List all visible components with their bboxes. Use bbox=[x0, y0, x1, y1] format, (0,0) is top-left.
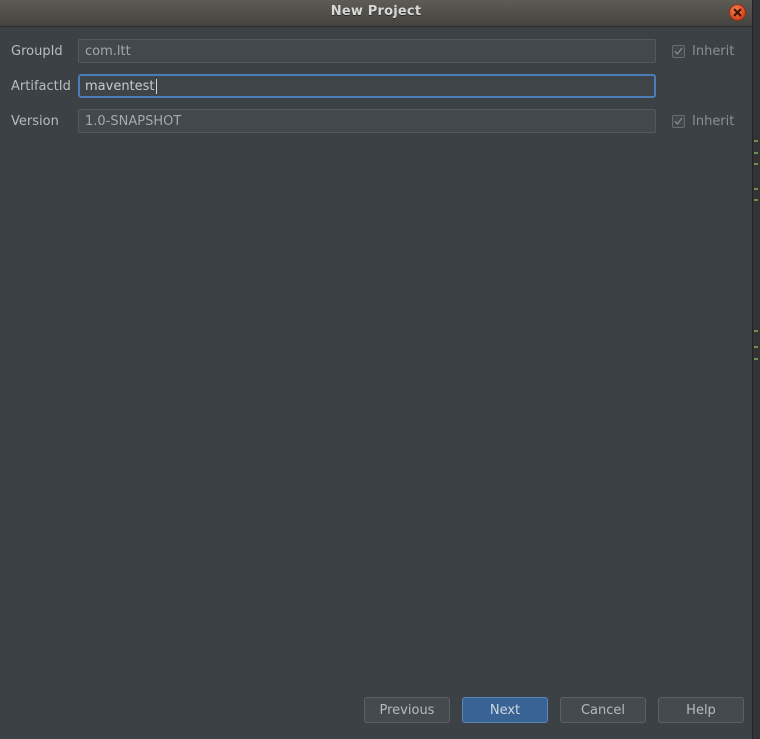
editor-marker bbox=[754, 188, 758, 190]
editor-marker bbox=[754, 199, 758, 201]
field-value: maventest bbox=[85, 78, 155, 94]
field-input-artifactid[interactable]: maventest bbox=[78, 74, 656, 98]
editor-marker bbox=[754, 152, 758, 154]
close-icon[interactable] bbox=[729, 4, 746, 21]
field-label: GroupId bbox=[11, 43, 63, 59]
editor-marker bbox=[754, 140, 758, 142]
new-project-dialog: New Project GroupId com.ltt Inherit Artifac… bbox=[0, 0, 752, 739]
dialog-titlebar: New Project bbox=[0, 0, 752, 27]
inherit-checkbox-group: Inherit bbox=[672, 114, 734, 129]
field-input-groupid[interactable]: com.ltt bbox=[78, 39, 656, 63]
application-window: New Project GroupId com.ltt Inherit Artifac… bbox=[0, 0, 760, 739]
field-label: ArtifactId bbox=[11, 78, 71, 94]
checkmark-icon bbox=[672, 44, 685, 58]
previous-button[interactable]: Previous bbox=[364, 697, 450, 723]
editor-marker bbox=[754, 358, 758, 360]
field-label: Version bbox=[11, 113, 59, 129]
field-row: GroupId com.ltt Inherit bbox=[0, 38, 752, 64]
dialog-title: New Project bbox=[330, 4, 422, 19]
field-row: Version 1.0-SNAPSHOT Inherit bbox=[0, 108, 752, 134]
editor-marker bbox=[754, 163, 758, 165]
field-value: 1.0-SNAPSHOT bbox=[85, 113, 182, 129]
next-button[interactable]: Next bbox=[462, 697, 548, 723]
field-value: com.ltt bbox=[85, 43, 131, 59]
background-editor-strip bbox=[752, 0, 760, 739]
field-row: ArtifactId maventest bbox=[0, 73, 752, 99]
inherit-label: Inherit bbox=[692, 113, 735, 129]
checkmark-icon bbox=[672, 114, 685, 128]
inherit-checkbox-group: Inherit bbox=[672, 44, 734, 59]
cancel-button[interactable]: Cancel bbox=[560, 697, 646, 723]
field-input-version[interactable]: 1.0-SNAPSHOT bbox=[78, 109, 656, 133]
editor-marker bbox=[754, 330, 758, 332]
help-button[interactable]: Help bbox=[658, 697, 744, 723]
text-caret bbox=[155, 78, 157, 94]
dialog-footer: Previous Next Cancel Help bbox=[352, 697, 744, 723]
editor-marker bbox=[754, 346, 758, 348]
inherit-label: Inherit bbox=[692, 43, 735, 59]
